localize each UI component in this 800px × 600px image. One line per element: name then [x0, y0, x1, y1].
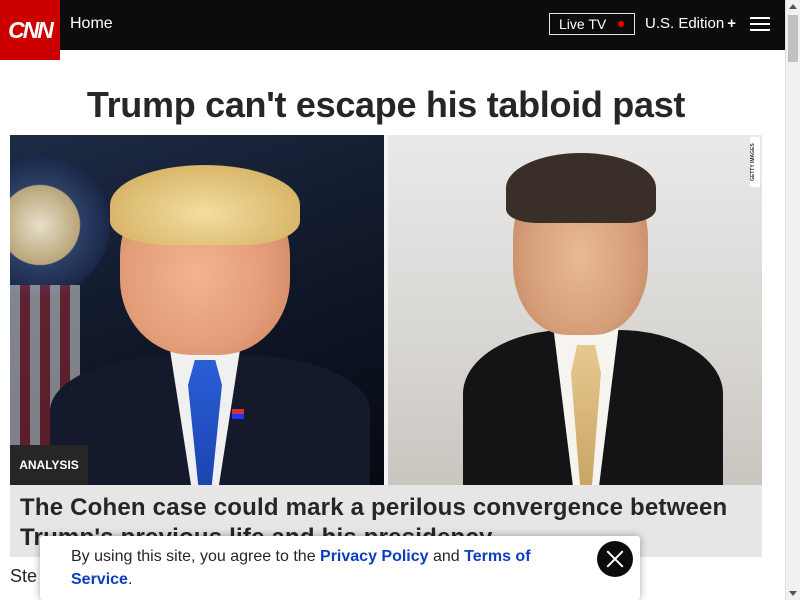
- nav-home-link[interactable]: Home: [70, 15, 113, 33]
- byline: Ste: [10, 566, 38, 586]
- consent-period: .: [127, 571, 133, 588]
- hero-image-link[interactable]: GETTY IMAGES ANALYSIS The Cohen case cou…: [10, 135, 762, 557]
- cohen-photo: GETTY IMAGES: [388, 135, 762, 485]
- consent-and: and: [428, 548, 465, 565]
- live-indicator-icon: [618, 21, 624, 27]
- plus-icon: +: [727, 15, 736, 32]
- flag-pin: [232, 409, 244, 419]
- page-scrollbar[interactable]: [785, 0, 800, 600]
- live-tv-label: Live TV: [559, 16, 607, 32]
- consent-banner: By using this site, you agree to the Pri…: [40, 536, 640, 600]
- scroll-thumb[interactable]: [788, 15, 798, 62]
- top-navigation: Home Live TV U.S. Edition +: [0, 0, 785, 50]
- scroll-down-arrow-icon[interactable]: [789, 591, 797, 596]
- page-title[interactable]: Trump can't escape his tabloid past: [10, 84, 762, 126]
- trump-photo: [10, 135, 384, 485]
- edition-selector[interactable]: U.S. Edition +: [645, 15, 736, 32]
- live-tv-button[interactable]: Live TV: [549, 13, 635, 35]
- analysis-badge: ANALYSIS: [10, 445, 88, 485]
- hamburger-menu-icon[interactable]: [750, 17, 770, 31]
- consent-text: By using this site, you agree to the: [71, 548, 321, 565]
- privacy-policy-link[interactable]: Privacy Policy: [320, 548, 429, 565]
- scroll-up-arrow-icon[interactable]: [789, 4, 797, 9]
- photo-credit: GETTY IMAGES: [750, 137, 760, 187]
- logo-text: CNN: [8, 16, 54, 43]
- close-icon[interactable]: [597, 541, 633, 577]
- edition-label: U.S. Edition: [645, 15, 725, 32]
- presidential-seal: [10, 155, 110, 295]
- cnn-logo[interactable]: CNN: [0, 0, 60, 60]
